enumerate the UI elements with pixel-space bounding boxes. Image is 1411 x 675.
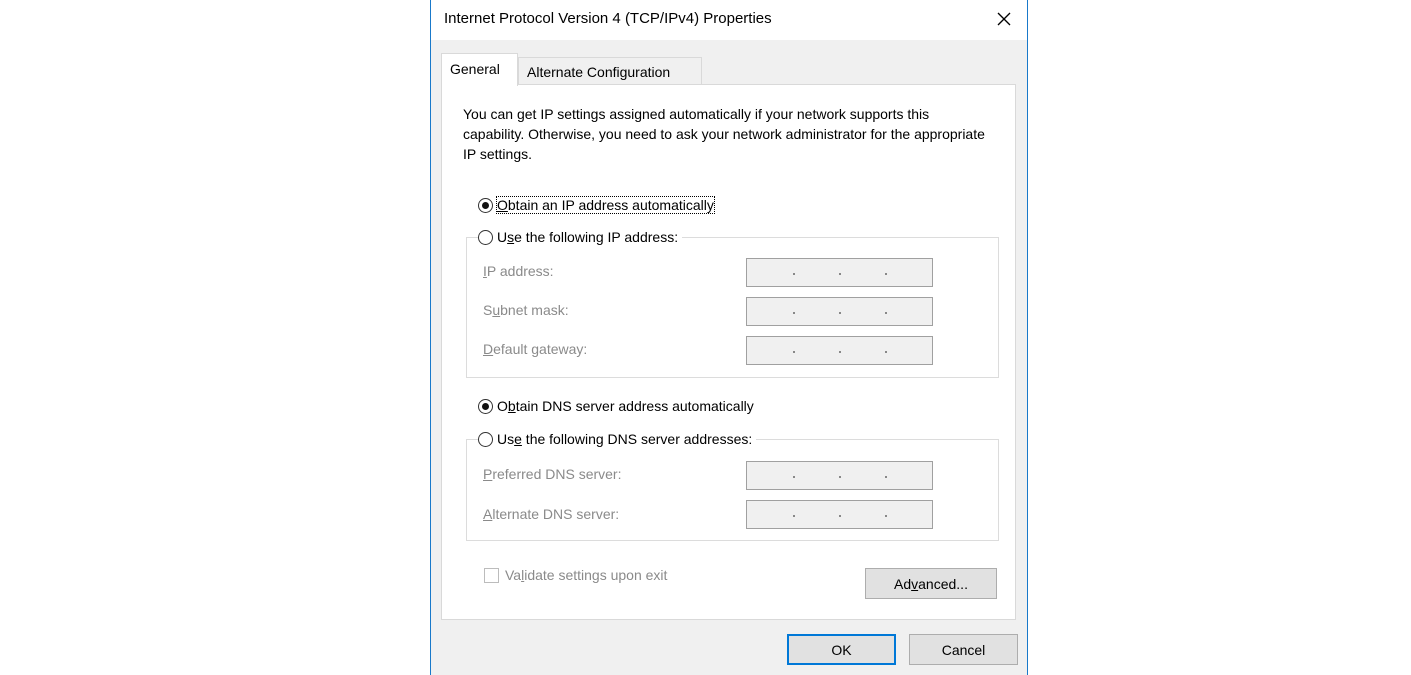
ip-dot [839, 515, 841, 517]
ip-dot [885, 312, 887, 314]
validate-settings-label: Validate settings upon exit [505, 567, 668, 583]
ip-dot [885, 273, 887, 275]
ip-dot [793, 312, 795, 314]
tcpip-properties-dialog: Internet Protocol Version 4 (TCP/IPv4) P… [430, 0, 1028, 675]
ip-dot [885, 351, 887, 353]
ip-address-label: IP address: [483, 263, 554, 279]
general-tab-panel: You can get IP settings assigned automat… [441, 84, 1016, 620]
radio-label: Use the following IP address: [497, 229, 679, 245]
subnet-mask-label: Subnet mask: [483, 302, 569, 318]
tab-general[interactable]: General [441, 53, 518, 86]
preferred-dns-input[interactable] [746, 461, 933, 490]
default-gateway-label: Default gateway: [483, 341, 588, 357]
ip-dot [793, 476, 795, 478]
radio-label: Use the following DNS server addresses: [497, 431, 753, 447]
radio-button-checked[interactable] [478, 398, 493, 414]
radio-button-checked[interactable] [478, 197, 493, 213]
radio-obtain-ip-automatically[interactable]: Obtain an IP address automatically [478, 194, 718, 216]
ip-dot [793, 351, 795, 353]
preferred-dns-label: Preferred DNS server: [483, 466, 622, 482]
ip-dot [885, 476, 887, 478]
tab-alternate-configuration[interactable]: Alternate Configuration [518, 57, 702, 85]
radio-button-unchecked[interactable] [478, 229, 493, 245]
ip-dot [885, 515, 887, 517]
ip-dot [839, 273, 841, 275]
title-bar: Internet Protocol Version 4 (TCP/IPv4) P… [431, 0, 1027, 40]
ip-dot [839, 312, 841, 314]
validate-settings-checkbox-row[interactable]: Validate settings upon exit [484, 567, 667, 583]
intro-text: You can get IP settings assigned automat… [463, 106, 985, 162]
ok-button[interactable]: OK [787, 634, 896, 665]
radio-button-unchecked[interactable] [478, 431, 493, 447]
subnet-mask-input[interactable] [746, 297, 933, 326]
close-button[interactable] [981, 0, 1027, 38]
ip-address-input[interactable] [746, 258, 933, 287]
radio-label: Obtain DNS server address automatically [497, 398, 754, 414]
alternate-dns-label: Alternate DNS server: [483, 506, 620, 522]
radio-obtain-dns-automatically[interactable]: Obtain DNS server address automatically [478, 395, 758, 417]
ip-dot [839, 476, 841, 478]
close-icon [997, 12, 1011, 26]
radio-use-following-dns[interactable]: Use the following DNS server addresses: [478, 428, 757, 450]
radio-label: Obtain an IP address automatically [496, 196, 715, 214]
advanced-button[interactable]: Ad v anced... [865, 568, 997, 599]
alternate-dns-input[interactable] [746, 500, 933, 529]
window-title: Internet Protocol Version 4 (TCP/IPv4) P… [444, 10, 772, 27]
default-gateway-input[interactable] [746, 336, 933, 365]
ip-address-groupbox: IP address: Subnet mask: Default gateway… [466, 237, 999, 378]
radio-use-following-ip[interactable]: Use the following IP address: [478, 226, 683, 248]
validate-settings-checkbox[interactable] [484, 567, 499, 583]
ip-dot [839, 351, 841, 353]
dns-server-groupbox: Preferred DNS server: Alternate DNS serv… [466, 439, 999, 541]
ip-dot [793, 515, 795, 517]
ip-dot [793, 273, 795, 275]
cancel-button[interactable]: Cancel [909, 634, 1018, 665]
